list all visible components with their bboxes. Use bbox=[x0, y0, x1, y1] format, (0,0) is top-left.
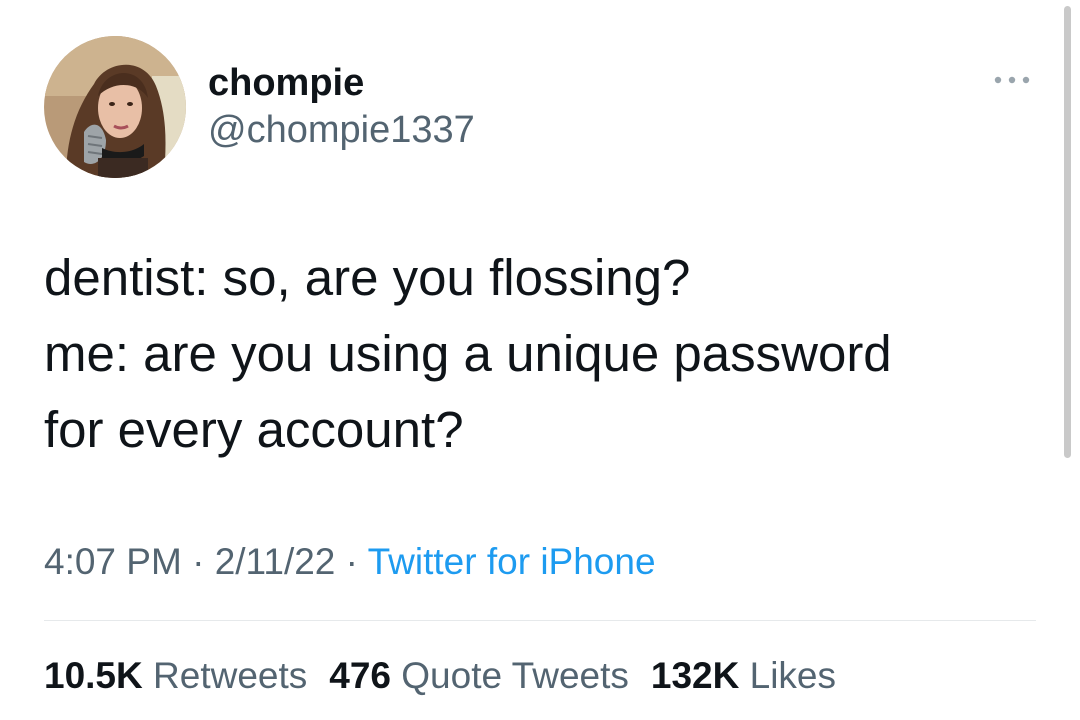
scrollbar-thumb[interactable] bbox=[1064, 6, 1071, 458]
tweet-card: chompie @chompie1337 dentist: so, are yo… bbox=[0, 0, 1080, 720]
retweets-stat[interactable]: 10.5K Retweets bbox=[44, 655, 307, 696]
more-horizontal-icon bbox=[994, 76, 1030, 84]
tweet-stats: 10.5K Retweets 476 Quote Tweets 132K Likes bbox=[44, 652, 836, 700]
quote-tweets-count: 476 bbox=[329, 655, 391, 696]
tweet-meta: 4:07 PM · 2/11/22 · Twitter for iPhone bbox=[44, 538, 656, 586]
meta-separator: · bbox=[192, 541, 205, 582]
likes-count: 132K bbox=[650, 655, 740, 696]
avatar[interactable] bbox=[44, 36, 186, 178]
more-options-button[interactable] bbox=[990, 68, 1034, 92]
likes-stat[interactable]: 132K Likes bbox=[651, 655, 836, 696]
meta-separator: · bbox=[345, 541, 358, 582]
likes-label: Likes bbox=[749, 655, 837, 696]
quote-tweets-label: Quote Tweets bbox=[401, 655, 629, 696]
avatar-image bbox=[44, 36, 186, 178]
retweets-count: 10.5K bbox=[44, 655, 143, 696]
tweet-source-link[interactable]: Twitter for iPhone bbox=[368, 541, 656, 582]
retweets-label: Retweets bbox=[153, 655, 308, 696]
divider bbox=[44, 620, 1036, 621]
quote-tweets-stat[interactable]: 476 Quote Tweets bbox=[329, 655, 629, 696]
tweet-time[interactable]: 4:07 PM bbox=[44, 541, 182, 582]
display-name[interactable]: chompie bbox=[208, 61, 364, 105]
tweet-text: dentist: so, are you flossing? me: are y… bbox=[44, 249, 892, 458]
tweet-date[interactable]: 2/11/22 bbox=[215, 541, 336, 582]
user-handle[interactable]: @chompie1337 bbox=[208, 108, 475, 152]
